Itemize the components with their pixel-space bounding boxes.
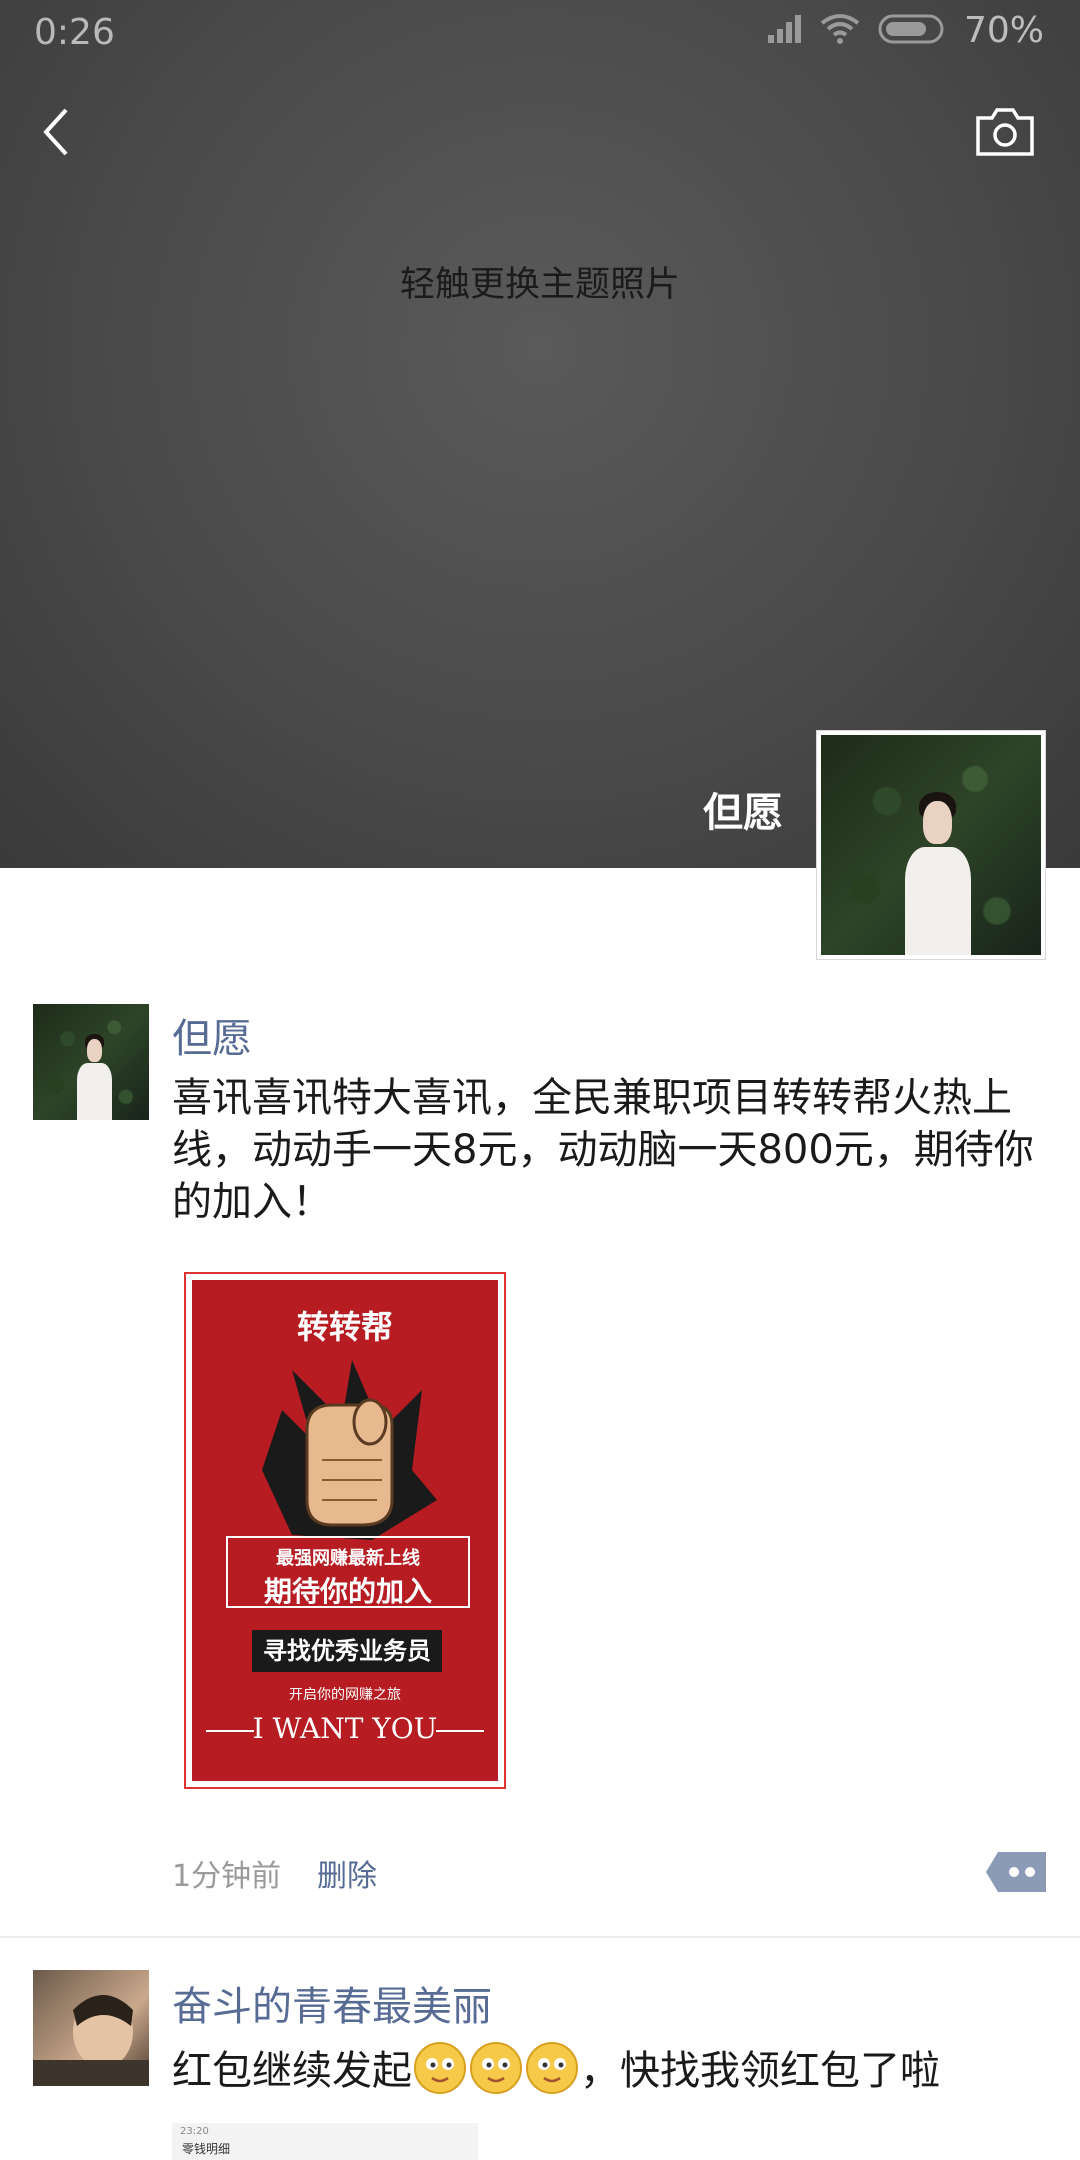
comment-more-icon[interactable] xyxy=(986,1852,1046,1892)
preview-status: 23:20 xyxy=(180,2126,209,2137)
profile-avatar[interactable] xyxy=(816,730,1046,960)
status-bar: 0:26 70% xyxy=(0,0,1080,70)
wifi-icon xyxy=(820,13,860,49)
smirk-emoji-icon xyxy=(468,2040,524,2096)
poster-tagline: I WANT YOU xyxy=(252,1712,438,1745)
post-time: 1分钟前 xyxy=(172,1859,282,1894)
poster-headline-box: 最强网赚最新上线 期待你的加入 xyxy=(226,1536,470,1608)
camera-icon[interactable] xyxy=(974,104,1036,158)
post-author[interactable]: 但愿 xyxy=(172,1006,252,1064)
post-text[interactable]: 红包继续发起 ，快找我领红包了啦 xyxy=(172,2040,1052,2097)
profile-name[interactable]: 但愿 xyxy=(703,780,783,838)
preview-title: 零钱明细 xyxy=(182,2142,231,2156)
poster-title: 转转帮 xyxy=(296,1308,393,1346)
post-author[interactable]: 奋斗的青春最美丽 xyxy=(172,1974,492,2032)
post-divider xyxy=(0,1936,1080,1938)
post-avatar[interactable] xyxy=(33,1004,149,1120)
signal-icon xyxy=(766,13,802,49)
post-image[interactable]: 转转帮 最强网赚最新上线 期待你的加入 寻找优秀业务员 开启你的网赚之旅 I W… xyxy=(184,1272,506,1789)
post-image[interactable]: 23:20 零钱明细 xyxy=(172,2123,478,2160)
smirk-emoji-icon xyxy=(524,2040,580,2096)
poster-box-line2: 期待你的加入 xyxy=(263,1575,432,1608)
status-time: 0:26 xyxy=(34,12,115,53)
post-avatar[interactable] xyxy=(33,1970,149,2086)
post-text-start: 红包继续发起 xyxy=(172,2048,412,2094)
back-chevron-icon[interactable] xyxy=(32,100,92,164)
poster-subtitle: 开启你的网赚之旅 xyxy=(289,1687,401,1703)
delete-link[interactable]: 删除 xyxy=(317,1851,377,1895)
status-icons: 70% xyxy=(766,10,1044,51)
change-cover-hint: 轻触更换主题照片 xyxy=(399,265,680,305)
pointing-hand-icon xyxy=(262,1360,437,1540)
battery-icon xyxy=(878,13,946,49)
post-text-end: ，快找我领红包了啦 xyxy=(580,2048,940,2094)
post-text[interactable]: 喜讯喜讯特大喜讯，全民兼职项目转转帮火热上线，动动手一天8元，动动脑一天800元… xyxy=(172,1072,1052,1228)
smirk-emoji-icon xyxy=(412,2040,468,2096)
poster-banner: 寻找优秀业务员 xyxy=(252,1630,442,1672)
poster-box-line1: 最强网赚最新上线 xyxy=(276,1548,420,1569)
battery-percent: 70% xyxy=(963,10,1044,51)
